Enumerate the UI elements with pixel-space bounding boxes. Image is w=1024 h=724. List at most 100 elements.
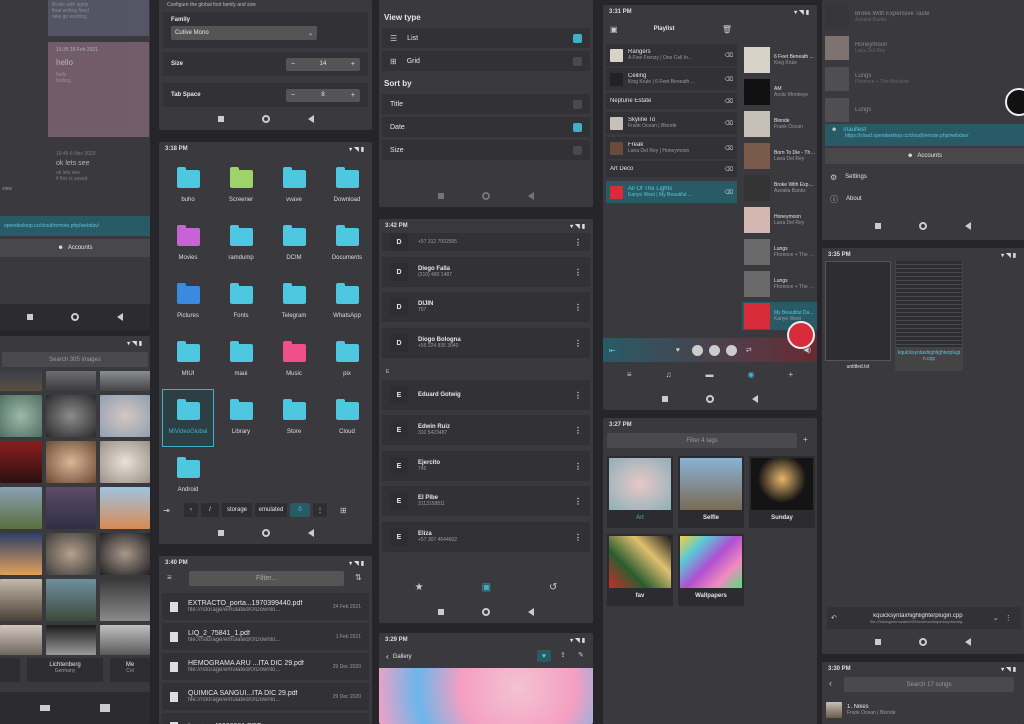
album-row[interactable]: Broke With Expensive Taste Azealia Banks: [822, 4, 1024, 30]
remove-track-icon[interactable]: ⌫: [725, 145, 733, 152]
sort-title-option[interactable]: Title: [382, 94, 590, 114]
contact-row[interactable]: E Eduard Gotwig ⋮: [382, 380, 590, 410]
more-options-icon[interactable]: ⋮: [574, 533, 582, 542]
playlist-item[interactable]: Rangers A Fine Frenzy | One Cell In... ⌫: [606, 44, 737, 66]
note-card[interactable]: 15:35 18 Feb 2021 hello hello testing: [48, 42, 149, 137]
breadcrumb-current[interactable]: 0: [290, 503, 310, 517]
place-card[interactable]: Lichtenberg Germany: [27, 658, 103, 682]
playlist-item[interactable]: Skyline To Frank Ocean | Blonde ⌫: [606, 112, 737, 134]
recents-icon[interactable]: [438, 193, 444, 199]
album-row[interactable]: Honeymoon Lana Del Rey: [742, 206, 817, 234]
tags-filter-input[interactable]: Filter 4 tags: [607, 433, 797, 448]
home-icon[interactable]: [261, 529, 270, 537]
sort-size-option[interactable]: Size: [382, 140, 590, 160]
contact-row[interactable]: E Ejercito 745 ⋮: [382, 451, 590, 481]
image-thumb[interactable]: [100, 371, 150, 391]
album-row[interactable]: 6 Feet Beneath ... King Krule: [742, 46, 817, 74]
checkbox-checked[interactable]: [573, 33, 582, 43]
more-options-icon[interactable]: ⋮: [574, 462, 582, 471]
folder-item[interactable]: WhatsApp: [322, 274, 372, 330]
share-icon[interactable]: ⇪: [560, 651, 566, 659]
album-row[interactable]: Lungs Florence + The Machine: [822, 66, 1024, 92]
add-icon[interactable]: +: [788, 370, 793, 379]
contact-row[interactable]: D Diogo Bologna +55 224 835 3040 ⋮: [382, 328, 590, 358]
folder-icon[interactable]: [100, 704, 110, 712]
more-options-icon[interactable]: ⋮: [1005, 614, 1012, 622]
remove-track-icon[interactable]: ⌫: [725, 52, 733, 59]
songs-search-input[interactable]: Search 17 songs: [844, 677, 1014, 692]
back-icon[interactable]: [752, 395, 758, 403]
back-icon[interactable]: [965, 638, 971, 646]
image-thumb[interactable]: [46, 371, 96, 391]
breadcrumb-storage[interactable]: storage: [222, 503, 252, 517]
recents-icon[interactable]: [27, 314, 33, 320]
decrement-button[interactable]: −: [291, 61, 295, 68]
more-options-icon[interactable]: ⋮: [574, 339, 582, 348]
folder-item[interactable]: Music: [269, 332, 319, 388]
folder-item[interactable]: Telegram: [269, 274, 319, 330]
home-icon[interactable]: [482, 192, 490, 200]
about-menu-item[interactable]: ⓘ About: [822, 192, 1024, 206]
more-options-icon[interactable]: ⋮: [574, 303, 582, 312]
view-type-grid-option[interactable]: ⊞ Grid: [382, 51, 590, 71]
tag-card-fav[interactable]: fav: [607, 534, 673, 606]
image-thumb[interactable]: [46, 625, 96, 655]
file-card-selected[interactable]: kquicksyntaxhighlighterplugin.cpp: [895, 261, 963, 371]
folder-item[interactable]: Store: [269, 390, 319, 446]
album-row[interactable]: Honeymoon Lana Del Rey: [822, 35, 1024, 61]
home-icon[interactable]: [71, 313, 79, 321]
favorites-star-icon[interactable]: ★: [415, 582, 424, 593]
menu-icon[interactable]: ≡: [627, 370, 632, 379]
increment-button[interactable]: +: [351, 92, 355, 99]
folder-item[interactable]: buho: [163, 158, 213, 214]
contact-row[interactable]: E El Pibe 3113158811 ⋮: [382, 486, 590, 516]
image-thumb[interactable]: [0, 371, 42, 391]
image-thumb[interactable]: [46, 441, 96, 483]
recents-icon[interactable]: [438, 609, 444, 615]
playlist-item[interactable]: Freak Lana Del Rey | Honeymoon ⌫: [606, 137, 737, 159]
remove-track-icon[interactable]: ⌫: [725, 166, 733, 173]
gallery-search-input[interactable]: Search 305 images: [2, 352, 148, 367]
folder-item[interactable]: pix: [322, 332, 372, 388]
folder-item[interactable]: Fonts: [216, 274, 266, 330]
image-thumb[interactable]: [100, 441, 150, 483]
image-thumb[interactable]: [46, 579, 96, 621]
home-icon[interactable]: [706, 395, 714, 403]
image-thumb[interactable]: [100, 395, 150, 437]
contact-row[interactable]: D Diego Falla (310) 480 1487 ⋮: [382, 257, 590, 287]
open-file-tab[interactable]: kquicksyntaxhighlighterplugin.cpp file:/…: [843, 613, 993, 624]
remove-track-icon[interactable]: ⌫: [725, 120, 733, 127]
file-card[interactable]: untitled.txt: [825, 261, 891, 371]
image-thumb[interactable]: [46, 487, 96, 529]
folder-item[interactable]: Library: [216, 390, 266, 446]
documents-filter-input[interactable]: Filter...: [189, 571, 344, 586]
album-row[interactable]: AM Arctic Monkeys: [742, 78, 817, 106]
more-options-icon[interactable]: ⋮: [574, 497, 582, 506]
checkbox-checked[interactable]: [573, 122, 582, 132]
accounts-button[interactable]: ☻ Accounts: [0, 239, 150, 257]
folder-item[interactable]: Movies: [163, 216, 213, 272]
folder-item[interactable]: Documents: [322, 216, 372, 272]
song-row[interactable]: 1. Nikes Frank Ocean | Blonde: [822, 699, 1024, 721]
decrement-button[interactable]: −: [291, 92, 295, 99]
contact-row[interactable]: E Edwin Ruiz 310 5423487 ⋮: [382, 415, 590, 445]
folder-item[interactable]: DCIM: [269, 216, 319, 272]
remove-track-icon[interactable]: ⌫: [725, 189, 733, 196]
font-size-stepper[interactable]: −14 +: [286, 57, 360, 71]
menu-icon[interactable]: ≡: [167, 573, 172, 582]
breadcrumb-emulated[interactable]: emulated: [255, 503, 287, 517]
recents-icon[interactable]: [875, 639, 881, 645]
folder-item[interactable]: vvave: [269, 158, 319, 214]
tab-space-stepper[interactable]: −8 +: [286, 88, 360, 102]
back-icon[interactable]: [528, 608, 534, 616]
artists-icon[interactable]: ◉: [748, 370, 755, 379]
place-card[interactable]: Me Col: [110, 658, 150, 682]
folder-item[interactable]: ramdump: [216, 216, 266, 272]
increment-button[interactable]: +: [351, 61, 355, 68]
edit-icon[interactable]: ✎: [578, 651, 584, 659]
sidebar-toggle-icon[interactable]: ⇤: [609, 346, 616, 355]
font-family-select[interactable]: Cutive Mono ⌄: [171, 26, 317, 40]
image-thumb[interactable]: [0, 395, 42, 437]
album-row[interactable]: Blonde Frank Ocean: [742, 110, 817, 138]
back-icon[interactable]: [117, 313, 123, 321]
